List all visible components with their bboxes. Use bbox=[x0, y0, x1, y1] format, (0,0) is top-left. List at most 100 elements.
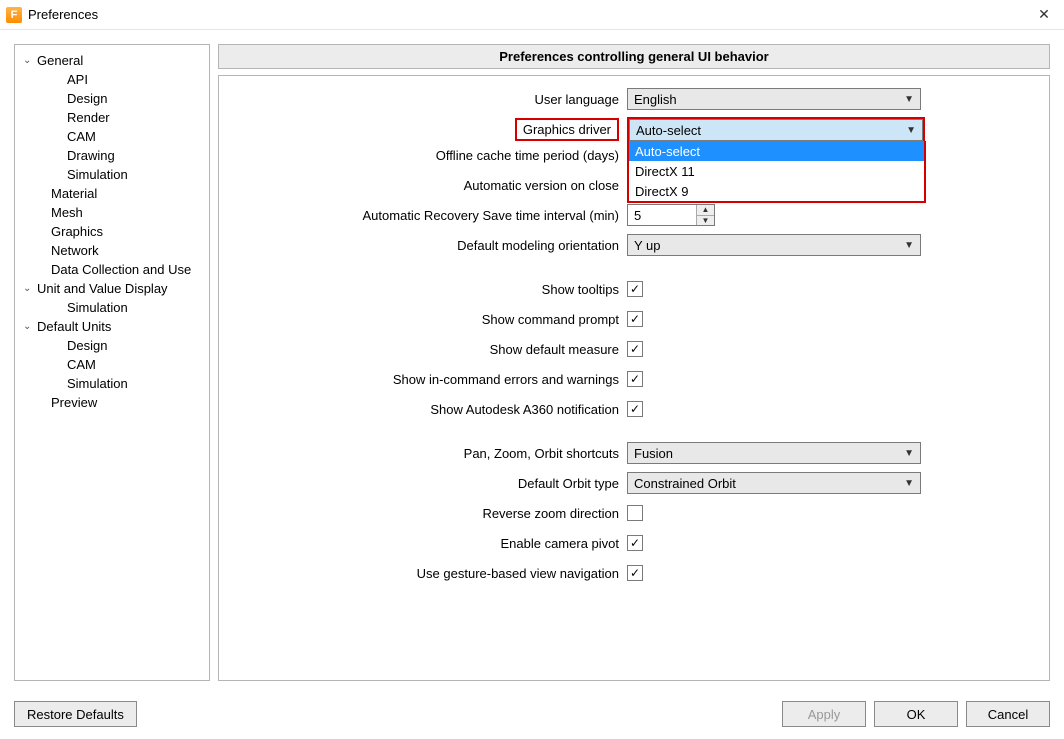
section-header: Preferences controlling general UI behav… bbox=[218, 44, 1050, 69]
show-a360-checkbox[interactable]: ✓ bbox=[627, 401, 643, 417]
show-cmd-prompt-label: Show command prompt bbox=[229, 312, 627, 327]
sidebar-item[interactable]: Graphics bbox=[19, 222, 205, 241]
default-orientation-label: Default modeling orientation bbox=[229, 238, 627, 253]
pan-zoom-orbit-value: Fusion bbox=[634, 446, 673, 461]
sidebar-item-label: CAM bbox=[67, 357, 96, 372]
sidebar-item[interactable]: Design bbox=[19, 89, 205, 108]
sidebar-item[interactable]: Data Collection and Use bbox=[19, 260, 205, 279]
sidebar-item[interactable]: Render bbox=[19, 108, 205, 127]
user-language-combo[interactable]: English ▼ bbox=[627, 88, 921, 110]
graphics-driver-option[interactable]: Auto-select bbox=[629, 141, 924, 161]
chevron-down-icon: ▼ bbox=[906, 125, 916, 136]
sidebar-item[interactable]: CAM bbox=[19, 127, 205, 146]
graphics-driver-dropdown[interactable]: Auto-selectDirectX 11DirectX 9 bbox=[627, 141, 926, 203]
chevron-down-icon: ▼ bbox=[904, 240, 914, 251]
sidebar-item[interactable]: ⌄General bbox=[19, 51, 205, 70]
sidebar-item[interactable]: Material bbox=[19, 184, 205, 203]
sidebar-item-label: Simulation bbox=[67, 167, 128, 182]
sidebar-item-label: Unit and Value Display bbox=[37, 281, 168, 296]
sidebar-item[interactable]: CAM bbox=[19, 355, 205, 374]
sidebar-item[interactable]: Simulation bbox=[19, 298, 205, 317]
graphics-driver-option[interactable]: DirectX 11 bbox=[629, 161, 924, 181]
sidebar-item-label: Data Collection and Use bbox=[51, 262, 191, 277]
offline-cache-label: Offline cache time period (days) bbox=[229, 148, 627, 163]
default-orientation-value: Y up bbox=[634, 238, 661, 253]
chevron-down-icon: ▼ bbox=[904, 448, 914, 459]
sidebar-item[interactable]: Design bbox=[19, 336, 205, 355]
spinner-up-icon[interactable]: ▲ bbox=[697, 205, 714, 216]
enable-cam-pivot-checkbox[interactable]: ✓ bbox=[627, 535, 643, 551]
show-cmd-prompt-checkbox[interactable]: ✓ bbox=[627, 311, 643, 327]
apply-button[interactable]: Apply bbox=[782, 701, 866, 727]
ok-button[interactable]: OK bbox=[874, 701, 958, 727]
gesture-nav-checkbox[interactable]: ✓ bbox=[627, 565, 643, 581]
sidebar-item-label: Graphics bbox=[51, 224, 103, 239]
sidebar-item[interactable]: Mesh bbox=[19, 203, 205, 222]
titlebar: F Preferences ✕ bbox=[0, 0, 1064, 30]
window-title: Preferences bbox=[28, 7, 98, 22]
app-icon: F bbox=[6, 7, 22, 23]
user-language-value: English bbox=[634, 92, 677, 107]
sidebar-item-label: Default Units bbox=[37, 319, 111, 334]
graphics-driver-option[interactable]: DirectX 9 bbox=[629, 181, 924, 201]
sidebar-item-label: API bbox=[67, 72, 88, 87]
sidebar-item[interactable]: Network bbox=[19, 241, 205, 260]
button-bar: Restore Defaults Apply OK Cancel bbox=[14, 701, 1050, 727]
sidebar-item-label: Simulation bbox=[67, 300, 128, 315]
recovery-interval-spinner[interactable]: 5 ▲ ▼ bbox=[627, 204, 715, 226]
main-panel: User language English ▼ Graphics driver bbox=[218, 75, 1050, 681]
graphics-driver-combo[interactable]: Auto-select ▼ bbox=[629, 119, 923, 141]
sidebar-item-label: Network bbox=[51, 243, 99, 258]
default-orbit-combo[interactable]: Constrained Orbit ▼ bbox=[627, 472, 921, 494]
sidebar-item-label: Mesh bbox=[51, 205, 83, 220]
tree-expand-icon[interactable]: ⌄ bbox=[23, 283, 37, 294]
close-icon[interactable]: ✕ bbox=[1032, 3, 1056, 27]
sidebar-item-label: General bbox=[37, 53, 83, 68]
show-tooltips-checkbox[interactable]: ✓ bbox=[627, 281, 643, 297]
sidebar-item[interactable]: Drawing bbox=[19, 146, 205, 165]
graphics-driver-label: Graphics driver bbox=[515, 118, 619, 141]
recovery-interval-label: Automatic Recovery Save time interval (m… bbox=[229, 208, 627, 223]
default-orientation-combo[interactable]: Y up ▼ bbox=[627, 234, 921, 256]
default-orbit-value: Constrained Orbit bbox=[634, 476, 736, 491]
cancel-button[interactable]: Cancel bbox=[966, 701, 1050, 727]
show-def-measure-label: Show default measure bbox=[229, 342, 627, 357]
show-in-cmd-err-checkbox[interactable]: ✓ bbox=[627, 371, 643, 387]
chevron-down-icon: ▼ bbox=[904, 94, 914, 105]
pan-zoom-orbit-label: Pan, Zoom, Orbit shortcuts bbox=[229, 446, 627, 461]
sidebar-item-label: Render bbox=[67, 110, 110, 125]
spinner-down-icon[interactable]: ▼ bbox=[697, 216, 714, 226]
show-def-measure-checkbox[interactable]: ✓ bbox=[627, 341, 643, 357]
show-tooltips-label: Show tooltips bbox=[229, 282, 627, 297]
recovery-interval-value: 5 bbox=[628, 208, 641, 223]
sidebar-item-label: Simulation bbox=[67, 376, 128, 391]
sidebar-item[interactable]: Simulation bbox=[19, 374, 205, 393]
sidebar-item-label: Design bbox=[67, 91, 107, 106]
tree-expand-icon[interactable]: ⌄ bbox=[23, 55, 37, 66]
sidebar: ⌄GeneralAPIDesignRenderCAMDrawingSimulat… bbox=[14, 44, 210, 681]
sidebar-item-label: Preview bbox=[51, 395, 97, 410]
graphics-driver-value: Auto-select bbox=[636, 123, 701, 138]
sidebar-item-label: CAM bbox=[67, 129, 96, 144]
show-a360-label: Show Autodesk A360 notification bbox=[229, 402, 627, 417]
reverse-zoom-label: Reverse zoom direction bbox=[229, 506, 627, 521]
tree-expand-icon[interactable]: ⌄ bbox=[23, 321, 37, 332]
default-orbit-label: Default Orbit type bbox=[229, 476, 627, 491]
sidebar-item[interactable]: ⌄Default Units bbox=[19, 317, 205, 336]
reverse-zoom-checkbox[interactable] bbox=[627, 505, 643, 521]
sidebar-item[interactable]: API bbox=[19, 70, 205, 89]
sidebar-item-label: Drawing bbox=[67, 148, 115, 163]
gesture-nav-label: Use gesture-based view navigation bbox=[229, 566, 627, 581]
chevron-down-icon: ▼ bbox=[904, 478, 914, 489]
user-language-label: User language bbox=[229, 92, 627, 107]
sidebar-item[interactable]: Simulation bbox=[19, 165, 205, 184]
sidebar-item[interactable]: Preview bbox=[19, 393, 205, 412]
pan-zoom-orbit-combo[interactable]: Fusion ▼ bbox=[627, 442, 921, 464]
restore-defaults-button[interactable]: Restore Defaults bbox=[14, 701, 137, 727]
sidebar-item-label: Material bbox=[51, 186, 97, 201]
sidebar-item[interactable]: ⌄Unit and Value Display bbox=[19, 279, 205, 298]
enable-cam-pivot-label: Enable camera pivot bbox=[229, 536, 627, 551]
auto-version-close-label: Automatic version on close bbox=[229, 178, 627, 193]
sidebar-item-label: Design bbox=[67, 338, 107, 353]
show-in-cmd-err-label: Show in-command errors and warnings bbox=[229, 372, 627, 387]
